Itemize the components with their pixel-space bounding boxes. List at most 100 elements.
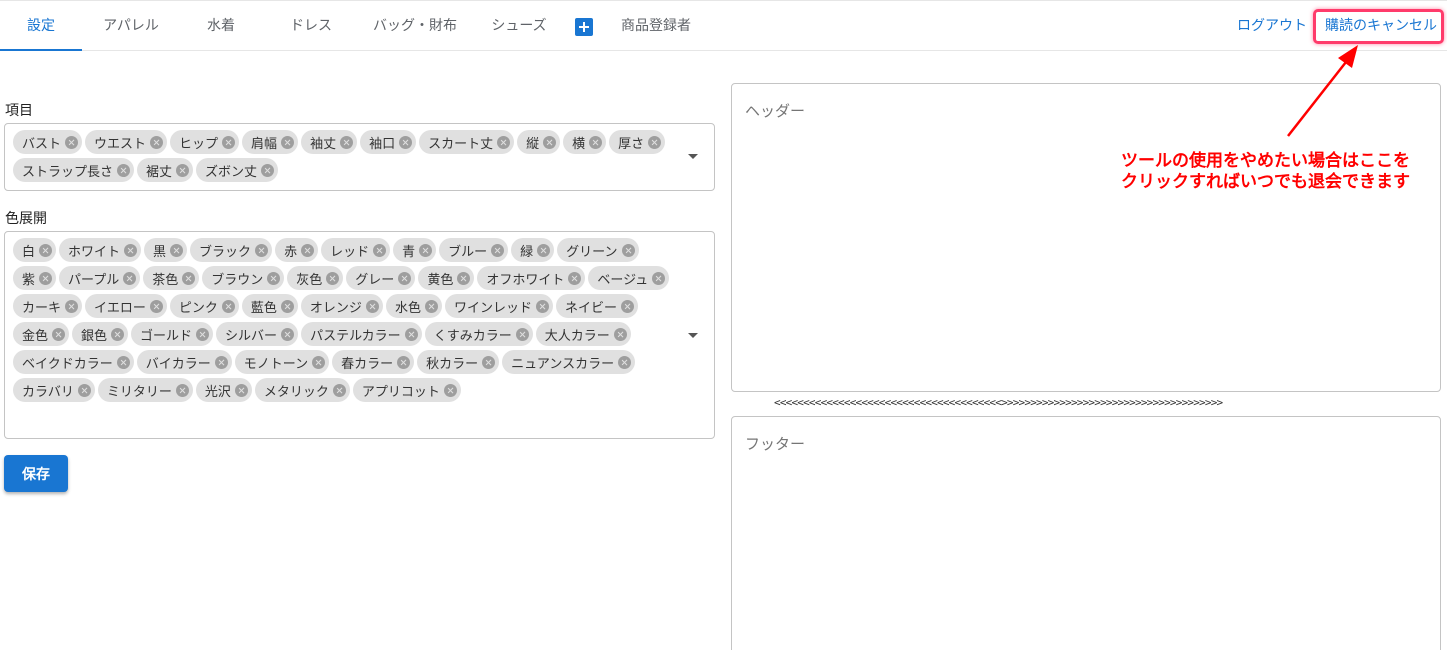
footer-textarea[interactable] bbox=[731, 416, 1441, 650]
remove-chip-icon[interactable] bbox=[221, 299, 235, 313]
chip-label: ゴールド bbox=[140, 328, 193, 344]
remove-chip-icon[interactable] bbox=[117, 163, 131, 177]
remove-chip-icon[interactable] bbox=[39, 243, 53, 257]
remove-chip-icon[interactable] bbox=[340, 135, 354, 149]
remove-chip-icon[interactable] bbox=[399, 135, 413, 149]
chip: ストラップ長さ bbox=[13, 158, 135, 182]
chip-label: パープル bbox=[68, 272, 120, 288]
chip-label: 黒 bbox=[153, 244, 167, 260]
tab-bags-wallets[interactable]: バッグ・財布 bbox=[368, 1, 462, 51]
chip-label: ウエスト bbox=[94, 136, 147, 152]
remove-chip-icon[interactable] bbox=[281, 327, 295, 341]
tab-shoes[interactable]: シューズ bbox=[478, 1, 560, 51]
chevron-down-icon[interactable] bbox=[688, 333, 698, 338]
chip-label: カーキ bbox=[22, 300, 62, 316]
remove-chip-icon[interactable] bbox=[123, 271, 137, 285]
chip-label: 茶色 bbox=[152, 272, 179, 288]
chip: スカート丈 bbox=[419, 130, 515, 154]
remove-chip-icon[interactable] bbox=[176, 163, 190, 177]
remove-chip-icon[interactable] bbox=[149, 299, 163, 313]
remove-chip-icon[interactable] bbox=[301, 243, 315, 257]
remove-chip-icon[interactable] bbox=[482, 355, 496, 369]
remove-chip-icon[interactable] bbox=[419, 243, 433, 257]
remove-chip-icon[interactable] bbox=[52, 327, 66, 341]
remove-chip-icon[interactable] bbox=[255, 243, 269, 257]
chip-label: 横 bbox=[572, 136, 586, 152]
chip-label: くすみカラー bbox=[433, 328, 512, 344]
chip: 銀色 bbox=[72, 322, 129, 346]
remove-chip-icon[interactable] bbox=[424, 299, 438, 313]
chip-label: 大人カラー bbox=[544, 328, 610, 344]
remove-chip-icon[interactable] bbox=[267, 271, 281, 285]
remove-chip-icon[interactable] bbox=[618, 355, 632, 369]
plus-icon[interactable] bbox=[575, 18, 593, 36]
items-select[interactable]: バスト ウエスト ヒップ 肩幅 袖丈 袖口 スカート丈 縦 横 厚さ ストラップ長さ 裾丈 ズボン丈 bbox=[4, 123, 715, 191]
chip: ベイクドカラー bbox=[13, 350, 134, 374]
remove-chip-icon[interactable] bbox=[648, 135, 662, 149]
resize-divider[interactable]: <<<<<<<<<<<<<<<<<<<<<<<<<<<<<<<<<<<<<<<>… bbox=[774, 396, 1223, 409]
remove-chip-icon[interactable] bbox=[365, 299, 379, 313]
remove-chip-icon[interactable] bbox=[234, 383, 248, 397]
remove-chip-icon[interactable] bbox=[281, 135, 295, 149]
remove-chip-icon[interactable] bbox=[497, 135, 511, 149]
tab-settings[interactable]: 設定 bbox=[0, 1, 82, 51]
remove-chip-icon[interactable] bbox=[332, 383, 346, 397]
remove-chip-icon[interactable] bbox=[568, 271, 582, 285]
remove-chip-icon[interactable] bbox=[182, 271, 196, 285]
remove-chip-icon[interactable] bbox=[175, 383, 189, 397]
remove-chip-icon[interactable] bbox=[457, 271, 471, 285]
remove-chip-icon[interactable] bbox=[397, 355, 411, 369]
remove-chip-icon[interactable] bbox=[280, 299, 294, 313]
remove-chip-icon[interactable] bbox=[589, 135, 603, 149]
remove-chip-icon[interactable] bbox=[39, 271, 53, 285]
remove-chip-icon[interactable] bbox=[116, 355, 130, 369]
remove-chip-icon[interactable] bbox=[77, 383, 91, 397]
remove-chip-icon[interactable] bbox=[613, 327, 627, 341]
remove-chip-icon[interactable] bbox=[373, 243, 387, 257]
tab-dress[interactable]: ドレス bbox=[270, 1, 352, 51]
remove-chip-icon[interactable] bbox=[170, 243, 184, 257]
chip: ウエスト bbox=[85, 130, 168, 154]
chip-label: ズボン丈 bbox=[205, 164, 258, 180]
remove-chip-icon[interactable] bbox=[620, 299, 634, 313]
chip: パープル bbox=[59, 266, 141, 290]
top-nav: 設定 アパレル 水着 ドレス バッグ・財布 シューズ 商品登録者 ログアウト 購… bbox=[0, 0, 1447, 51]
logout-link[interactable]: ログアウト bbox=[1237, 1, 1307, 51]
remove-chip-icon[interactable] bbox=[515, 327, 529, 341]
tab-swimwear[interactable]: 水着 bbox=[180, 1, 262, 51]
remove-chip-icon[interactable] bbox=[443, 383, 457, 397]
remove-chip-icon[interactable] bbox=[491, 243, 505, 257]
chip: くすみカラー bbox=[424, 322, 533, 346]
remove-chip-icon[interactable] bbox=[196, 327, 210, 341]
chevron-down-icon[interactable] bbox=[688, 154, 698, 159]
remove-chip-icon[interactable] bbox=[621, 243, 635, 257]
save-button[interactable]: 保存 bbox=[4, 455, 68, 492]
chip-label: ブルー bbox=[448, 244, 488, 260]
remove-chip-icon[interactable] bbox=[65, 299, 79, 313]
remove-chip-icon[interactable] bbox=[543, 135, 557, 149]
remove-chip-icon[interactable] bbox=[214, 355, 228, 369]
remove-chip-icon[interactable] bbox=[261, 163, 275, 177]
tab-apparel[interactable]: アパレル bbox=[90, 1, 172, 51]
remove-chip-icon[interactable] bbox=[535, 299, 549, 313]
remove-chip-icon[interactable] bbox=[222, 135, 236, 149]
remove-chip-icon[interactable] bbox=[404, 327, 418, 341]
remove-chip-icon[interactable] bbox=[537, 243, 551, 257]
chip: ブルー bbox=[439, 238, 509, 262]
remove-chip-icon[interactable] bbox=[312, 355, 326, 369]
header-textarea[interactable] bbox=[731, 83, 1441, 392]
remove-chip-icon[interactable] bbox=[150, 135, 164, 149]
remove-chip-icon[interactable] bbox=[652, 271, 666, 285]
remove-chip-icon[interactable] bbox=[398, 271, 412, 285]
colors-select[interactable]: 白 ホワイト 黒 ブラック 赤 レッド 青 ブルー 緑 グリーン紫 パープル 茶色 ブラウン 灰色 グレー 黄… bbox=[4, 231, 715, 439]
chip: オフホワイト bbox=[477, 266, 586, 290]
chip-label: 秋カラー bbox=[426, 356, 479, 372]
remove-chip-icon[interactable] bbox=[124, 243, 138, 257]
tab-product-registrant[interactable]: 商品登録者 bbox=[612, 1, 700, 51]
chip-label: 袖口 bbox=[369, 136, 396, 152]
remove-chip-icon[interactable] bbox=[111, 327, 125, 341]
remove-chip-icon[interactable] bbox=[326, 271, 340, 285]
chip-label: 赤 bbox=[284, 244, 298, 260]
chip-label: 縦 bbox=[526, 136, 540, 152]
remove-chip-icon[interactable] bbox=[65, 135, 79, 149]
